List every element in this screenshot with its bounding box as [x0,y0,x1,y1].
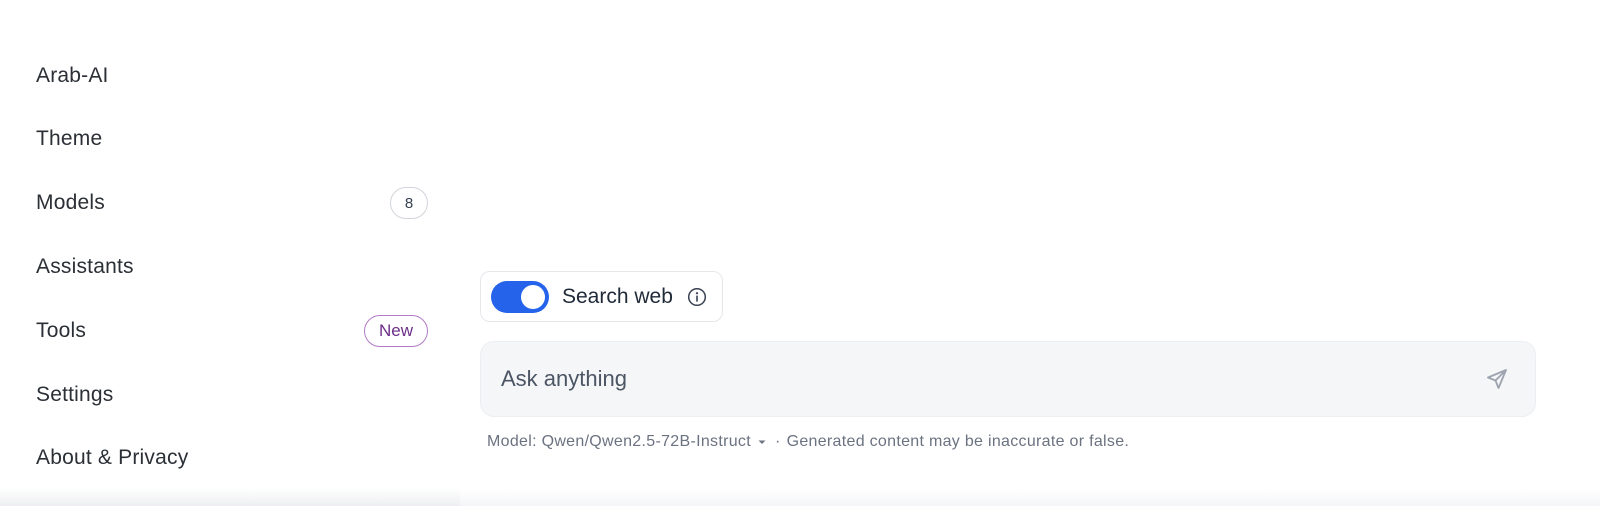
chat-footer: Model: Qwen/Qwen2.5-72B-Instruct · Gener… [487,431,1129,453]
sidebar-item-label: Settings [36,383,114,406]
sidebar-item-label: Tools [36,319,87,342]
sidebar-item-label: Assistants [36,255,134,278]
search-web-toggle[interactable] [491,280,549,313]
sidebar-item-settings[interactable]: Settings [36,375,426,415]
sidebar-bottom-shadow [0,488,460,506]
sidebar-item-label: About & Privacy [36,446,189,469]
sidebar-item-label: Theme [36,127,103,150]
sidebar-item-models[interactable]: Models 8 [36,183,428,223]
bottom-shade [460,490,1600,506]
toggle-knob [521,284,545,309]
sidebar-item-label: Models [36,191,105,214]
ask-anything-input[interactable] [481,348,1477,410]
sidebar-item-arab-ai[interactable]: Arab-AI [36,56,426,96]
send-button[interactable] [1477,359,1517,399]
chevron-down-icon [757,437,767,447]
model-selector[interactable]: Model: Qwen/Qwen2.5-72B-Instruct [487,433,767,451]
models-count-badge: 8 [390,187,428,219]
sidebar-item-assistants[interactable]: Assistants [36,247,426,287]
sidebar-item-label: Arab-AI [36,64,109,87]
sidebar-item-theme[interactable]: Theme [36,119,426,159]
search-web-label: Search web [562,284,673,308]
new-badge: New [363,315,428,347]
send-icon [1487,369,1507,389]
sidebar-item-about-privacy[interactable]: About & Privacy [36,438,426,478]
chat-main: Search web Model: Qwen/Qwen2.5-72B-Instr… [460,0,1600,506]
search-web-control: Search web [480,271,723,322]
sidebar: Arab-AI Theme Models 8 Assistants Tools … [0,0,460,506]
disclaimer-text: Generated content may be inaccurate or f… [786,433,1130,450]
info-icon[interactable] [687,287,707,307]
model-label: Model: Qwen/Qwen2.5-72B-Instruct [487,433,751,450]
chat-input-box [480,341,1536,417]
footer-separator: · [774,433,781,450]
sidebar-item-tools[interactable]: Tools New [36,311,428,351]
